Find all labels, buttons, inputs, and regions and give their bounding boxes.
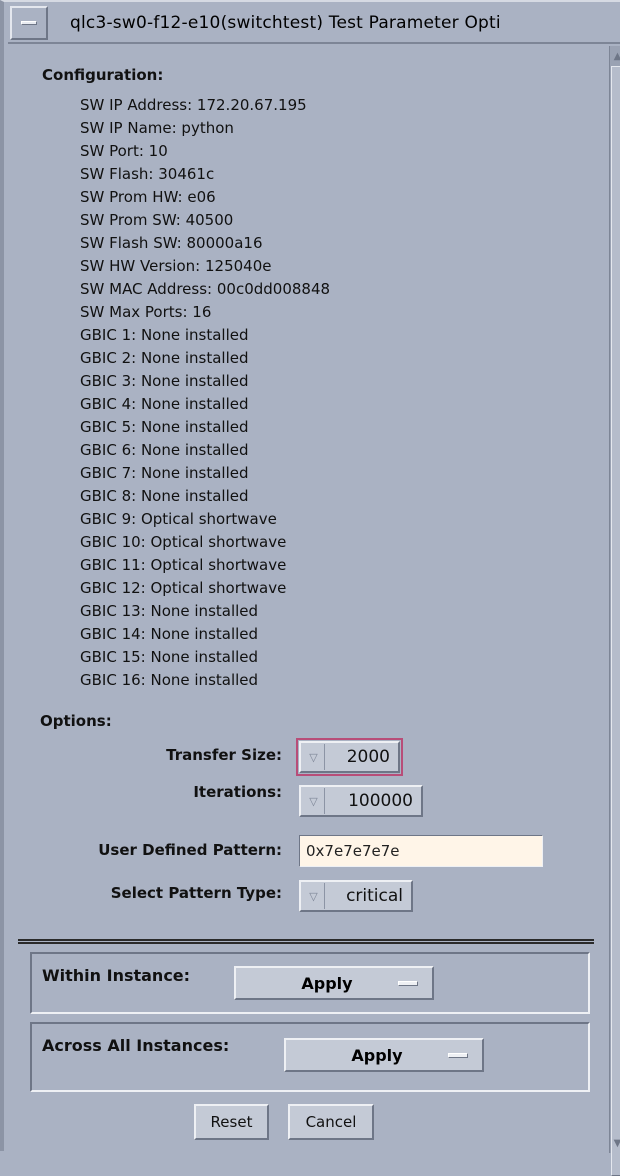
config-line: GBIC 7: None installed — [80, 464, 249, 482]
config-line: SW Prom SW: 40500 — [80, 211, 234, 229]
config-line: SW Flash SW: 80000a16 — [80, 234, 263, 252]
configuration-list: SW IP Address: 172.20.67.195 SW IP Name: … — [80, 94, 330, 692]
title-bar[interactable]: qlc3-sw0-f12-e10(switchtest) Test Parame… — [8, 4, 620, 44]
configuration-heading: Configuration: — [42, 66, 164, 84]
cancel-button[interactable]: Cancel — [288, 1104, 374, 1140]
dropdown-arrow-icon[interactable]: ▽ — [303, 883, 325, 909]
dropdown-arrow-icon[interactable]: ▽ — [303, 744, 325, 770]
apply-button-label: Apply — [351, 1045, 403, 1065]
config-line: SW HW Version: 125040e — [80, 257, 272, 275]
vertical-scrollbar[interactable]: ▲ ▼ — [609, 46, 620, 1176]
config-line: GBIC 16: None installed — [80, 671, 259, 689]
config-line: GBIC 15: None installed — [80, 648, 259, 666]
across-instances-label: Across All Instances: — [42, 1036, 230, 1055]
config-line: SW Max Ports: 16 — [80, 303, 212, 321]
config-line: GBIC 5: None installed — [80, 418, 249, 436]
config-line: GBIC 2: None installed — [80, 349, 249, 367]
option-menu-indicator-icon — [398, 980, 418, 986]
transfer-size-value: 2000 — [346, 747, 390, 767]
within-instance-group: Within Instance: Apply — [30, 952, 590, 1014]
reset-button[interactable]: Reset — [194, 1104, 269, 1140]
apply-button-label: Apply — [301, 973, 353, 993]
config-line: SW Port: 10 — [80, 142, 168, 160]
option-menu-indicator-icon — [448, 1052, 468, 1058]
transfer-size-combo[interactable]: ▽ 2000 — [296, 738, 403, 776]
config-line: GBIC 11: Optical shortwave — [80, 556, 287, 574]
dropdown-arrow-icon[interactable]: ▽ — [303, 788, 325, 814]
config-line: GBIC 8: None installed — [80, 487, 249, 505]
config-line: GBIC 4: None installed — [80, 395, 249, 413]
config-line: GBIC 1: None installed — [80, 326, 249, 344]
within-instance-apply-button[interactable]: Apply — [234, 966, 434, 1000]
pattern-type-value: critical — [346, 886, 403, 906]
config-line: GBIC 14: None installed — [80, 625, 259, 643]
across-instances-apply-button[interactable]: Apply — [284, 1038, 484, 1072]
config-line: SW IP Name: python — [80, 119, 234, 137]
window-title: qlc3-sw0-f12-e10(switchtest) Test Parame… — [70, 13, 501, 33]
config-line: GBIC 9: Optical shortwave — [80, 510, 277, 528]
pattern-type-label: Select Pattern Type: — [110, 884, 282, 902]
within-instance-label: Within Instance: — [42, 966, 191, 985]
iterations-combo[interactable]: ▽ 100000 — [299, 785, 423, 817]
window-menu-icon[interactable] — [10, 6, 48, 40]
config-line: GBIC 10: Optical shortwave — [80, 533, 287, 551]
config-line: SW IP Address: 172.20.67.195 — [80, 96, 307, 114]
dialog-content: Configuration: SW IP Address: 172.20.67.… — [8, 46, 608, 1153]
config-line: GBIC 6: None installed — [80, 441, 249, 459]
config-line: SW Flash: 30461c — [80, 165, 215, 183]
user-pattern-input[interactable]: 0x7e7e7e7e — [299, 835, 543, 867]
config-line: SW Prom HW: e06 — [80, 188, 216, 206]
config-line: GBIC 12: Optical shortwave — [80, 579, 287, 597]
scroll-down-icon[interactable]: ▼ — [611, 1135, 620, 1151]
pattern-type-combo[interactable]: ▽ critical — [299, 880, 413, 912]
config-line: GBIC 3: None installed — [80, 372, 249, 390]
transfer-size-label: Transfer Size: — [166, 746, 282, 764]
separator — [18, 939, 594, 944]
config-line: SW MAC Address: 00c0dd008848 — [80, 280, 331, 298]
dialog-window: qlc3-sw0-f12-e10(switchtest) Test Parame… — [0, 0, 620, 1176]
options-heading: Options: — [40, 712, 112, 730]
config-line: GBIC 13: None installed — [80, 602, 259, 620]
scroll-up-icon[interactable]: ▲ — [611, 48, 620, 64]
user-pattern-label: User Defined Pattern: — [98, 841, 282, 859]
iterations-label: Iterations: — [193, 783, 282, 801]
across-instances-group: Across All Instances: Apply — [30, 1022, 590, 1092]
scrollbar-thumb[interactable] — [611, 66, 620, 1176]
iterations-value: 100000 — [348, 791, 413, 811]
